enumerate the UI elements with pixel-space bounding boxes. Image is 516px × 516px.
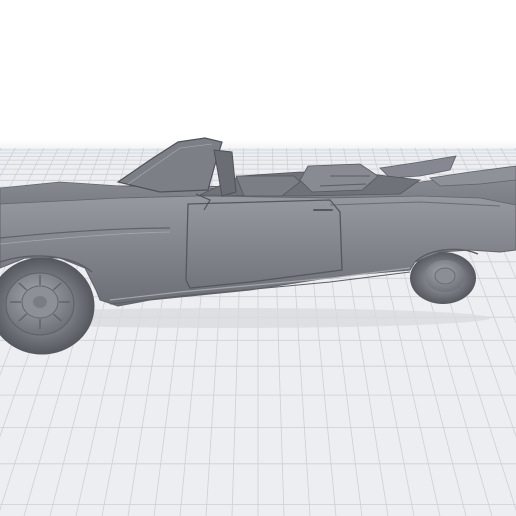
viewport-canvas[interactable] [0,0,516,516]
3d-viewport[interactable] [0,0,516,516]
